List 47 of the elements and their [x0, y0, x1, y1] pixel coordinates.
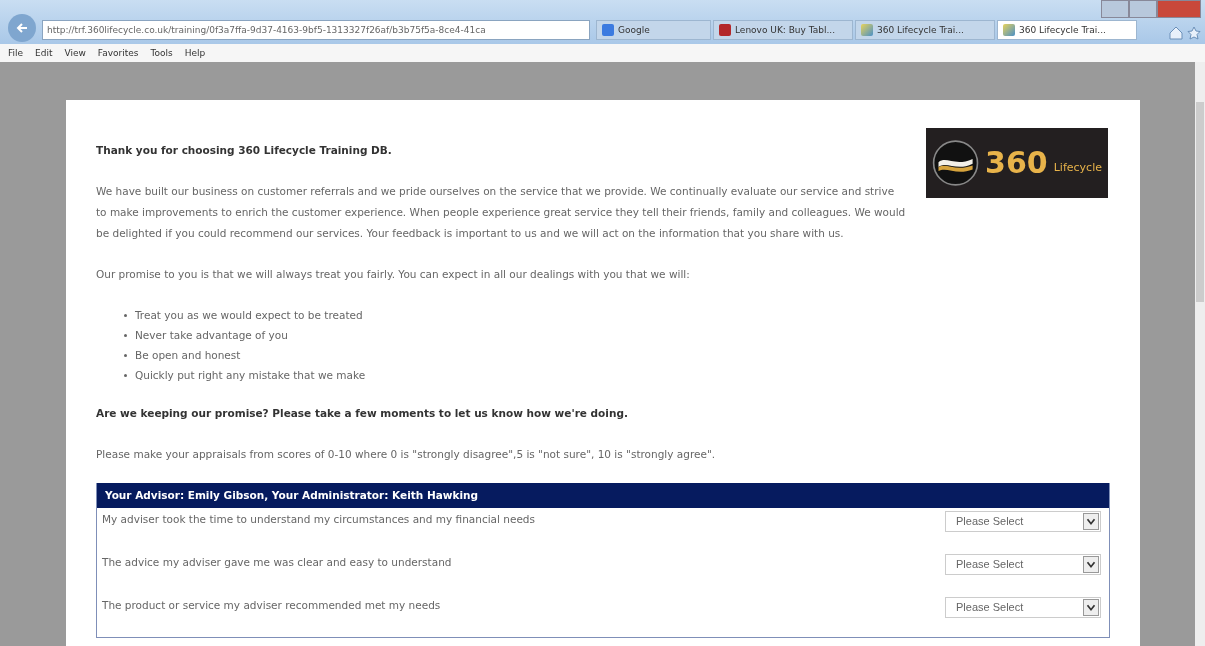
rating-select[interactable]: Please Select — [945, 511, 1101, 532]
survey-statement: The product or service my adviser recommended met my needs — [102, 598, 441, 613]
instructions-text: Please make your appraisals from scores of 0-10 where 0 is "strongly disagree",5 is "not sure", 10 is "strongly agree". — [96, 447, 717, 462]
promise-item: Treat you as we would expect to be treated — [135, 308, 363, 323]
promise-item: Never take advantage of you — [135, 328, 288, 343]
bullet-icon — [124, 334, 127, 337]
survey-statement: My adviser took the time to understand my circumstances and my financial needs — [102, 512, 535, 527]
scrollbar[interactable] — [1195, 62, 1205, 646]
browser-tab[interactable]: Google — [596, 20, 711, 40]
menu-item[interactable]: File — [8, 48, 24, 58]
close-button[interactable] — [1157, 0, 1201, 18]
bullet-icon — [124, 374, 127, 377]
promise-paragraph: Our promise to you is that we will always treat you fairly. You can expect in all our dealings with you that we will: — [96, 267, 691, 282]
survey-statement: The advice my adviser gave me was clear and easy to understand — [102, 555, 452, 570]
promise-item: Be open and honest — [135, 348, 241, 363]
rating-select[interactable]: Please Select — [945, 597, 1101, 618]
survey-header: Your Advisor: Emily Gibson, Your Administrator: Keith Hawking — [97, 483, 1109, 508]
menu-item[interactable]: Help — [184, 48, 206, 58]
minimize-button[interactable] — [1101, 0, 1129, 18]
page-heading: Thank you for choosing 360 Lifecycle Training DB. — [96, 143, 393, 158]
home-icon[interactable] — [1169, 26, 1183, 40]
browser-tab[interactable]: 360 Lifecycle Trai... — [855, 20, 995, 40]
question-text: Are we keeping our promise? Please take a few moments to let us know how we're doing. — [96, 406, 629, 421]
company-logo: 360 Lifecycle — [926, 128, 1108, 198]
caret-icon — [1083, 599, 1099, 616]
rating-select[interactable]: Please Select — [945, 554, 1101, 575]
caret-icon — [1083, 513, 1099, 530]
star-icon[interactable] — [1187, 26, 1201, 40]
menu-item[interactable]: View — [64, 48, 86, 58]
caret-icon — [1083, 556, 1099, 573]
menu-item[interactable]: Tools — [150, 48, 173, 58]
page-icon — [1003, 24, 1015, 36]
bullet-icon — [124, 354, 127, 357]
promise-item: Quickly put right any mistake that we make — [135, 368, 366, 383]
browser-tab[interactable]: Lenovo UK: Buy Tabl... — [713, 20, 853, 40]
back-arrow-icon — [15, 21, 29, 35]
menu-item[interactable]: Edit — [35, 48, 53, 58]
bullet-icon — [124, 314, 127, 317]
lenovo-icon — [719, 24, 731, 36]
address-bar[interactable]: http://trf.360lifecycle.co.uk/training/0f3a7ffa-9d37-4163-9bf5-1313327f26af/b3b75f5a-8ce4-41ca — [42, 20, 590, 40]
browser-tab[interactable]: 360 Lifecycle Trai... — [997, 20, 1137, 40]
intro-paragraph: We have built our business on customer referrals and we pride ourselves on the service that we provide. We continually evaluate our service and strive to make improvements to enrich the customer experience. When people experience great service they tell their friends, family and colleagues. We would be delighted if you could recommend our services. Your feedback is important to us and we will act on the information that you share with us. — [96, 184, 907, 241]
page-icon — [861, 24, 873, 36]
maximize-button[interactable] — [1129, 0, 1157, 18]
menu-item[interactable]: Favorites — [97, 48, 139, 58]
back-button[interactable] — [8, 14, 36, 42]
google-icon — [602, 24, 614, 36]
